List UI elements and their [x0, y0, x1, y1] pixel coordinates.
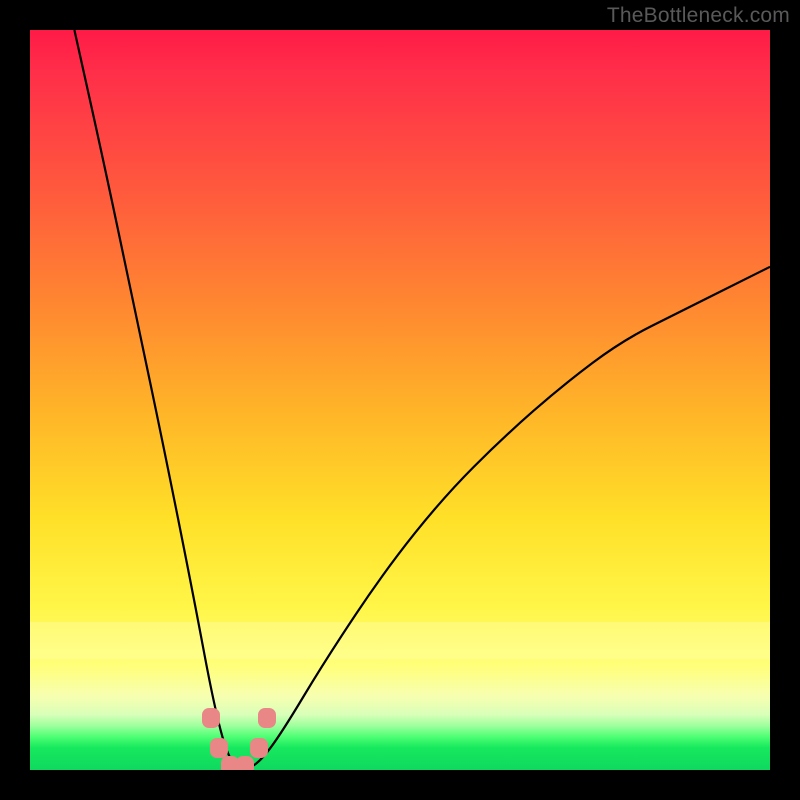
bottleneck-curve: [30, 30, 770, 770]
trough-marker: [202, 708, 220, 728]
trough-marker: [236, 756, 254, 770]
trough-marker: [258, 708, 276, 728]
outer-frame: TheBottleneck.com: [0, 0, 800, 800]
watermark-text: TheBottleneck.com: [607, 4, 790, 28]
trough-marker: [210, 738, 228, 758]
plot-area: [30, 30, 770, 770]
trough-marker: [250, 738, 268, 758]
